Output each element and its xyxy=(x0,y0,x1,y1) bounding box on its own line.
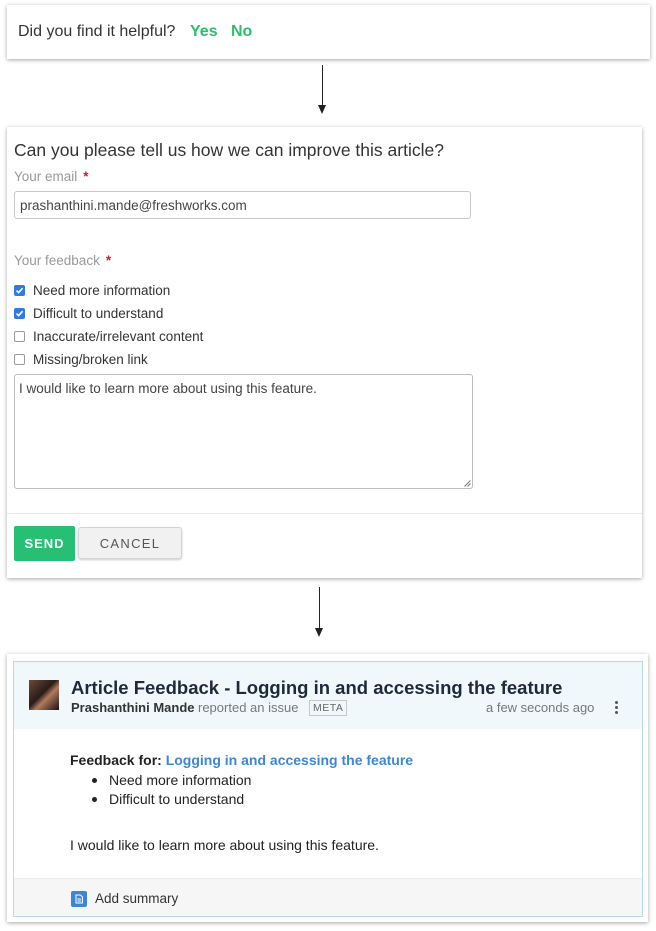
required-marker: * xyxy=(83,169,89,184)
list-item: Need more information xyxy=(91,772,251,791)
article-link[interactable]: Logging in and accessing the feature xyxy=(166,752,413,768)
action-text: reported an issue xyxy=(198,700,299,715)
resize-grip-icon[interactable] xyxy=(464,480,471,487)
checkbox-checked-icon[interactable] xyxy=(14,307,25,319)
feedback-for-line: Feedback for: Logging in and accessing t… xyxy=(70,752,413,768)
checkbox-checked-icon[interactable] xyxy=(14,284,25,296)
timestamp: a few seconds ago xyxy=(486,700,595,715)
no-link[interactable]: No xyxy=(231,23,252,41)
feedback-items-list: Need more information Difficult to under… xyxy=(91,772,251,810)
option-inaccurate-content[interactable]: Inaccurate/irrelevant content xyxy=(14,327,203,345)
helpful-prompt-card: Did you find it helpful? Yes No xyxy=(7,5,650,59)
option-label: Missing/broken link xyxy=(33,351,148,367)
email-label: Your email * xyxy=(14,169,89,184)
option-missing-broken-link[interactable]: Missing/broken link xyxy=(14,350,148,368)
meta-badge: META xyxy=(309,700,348,716)
ticket-title[interactable]: Article Feedback - Logging in and access… xyxy=(71,677,562,699)
document-icon[interactable] xyxy=(71,891,87,907)
feedback-label-text: Your feedback xyxy=(14,253,100,268)
feedback-comment-textarea[interactable]: I would like to learn more about using t… xyxy=(14,374,473,489)
helpful-question: Did you find it helpful? xyxy=(18,23,176,40)
ticket-card: Article Feedback - Logging in and access… xyxy=(7,654,648,922)
option-need-more-information[interactable]: Need more information xyxy=(14,281,170,299)
email-label-text: Your email xyxy=(14,169,78,184)
send-button[interactable]: SEND xyxy=(14,526,75,561)
cancel-button[interactable]: CANCEL xyxy=(78,527,182,559)
list-item: Difficult to understand xyxy=(91,791,251,810)
option-label: Inaccurate/irrelevant content xyxy=(33,328,204,344)
option-label: Difficult to understand xyxy=(33,305,164,321)
feedback-for-label: Feedback for: xyxy=(70,752,162,768)
avatar[interactable] xyxy=(29,680,59,710)
email-field[interactable] xyxy=(14,191,471,219)
feedback-form-card: Can you please tell us how we can improv… xyxy=(7,127,642,578)
form-title: Can you please tell us how we can improv… xyxy=(14,140,444,160)
ticket-panel: Article Feedback - Logging in and access… xyxy=(13,661,643,917)
author-name[interactable]: Prashanthini Mande xyxy=(71,700,195,715)
yes-link[interactable]: Yes xyxy=(190,23,218,41)
divider xyxy=(7,513,642,514)
checkbox-empty-icon[interactable] xyxy=(14,330,25,342)
add-summary-link[interactable]: Add summary xyxy=(95,891,178,906)
more-options-icon[interactable] xyxy=(615,701,619,716)
feedback-note: I would like to learn more about using t… xyxy=(70,837,379,853)
option-label: Need more information xyxy=(33,282,171,298)
feedback-label: Your feedback * xyxy=(14,253,111,268)
option-difficult-to-understand[interactable]: Difficult to understand xyxy=(14,304,163,322)
checkbox-empty-icon[interactable] xyxy=(14,353,25,365)
required-marker: * xyxy=(105,253,112,268)
